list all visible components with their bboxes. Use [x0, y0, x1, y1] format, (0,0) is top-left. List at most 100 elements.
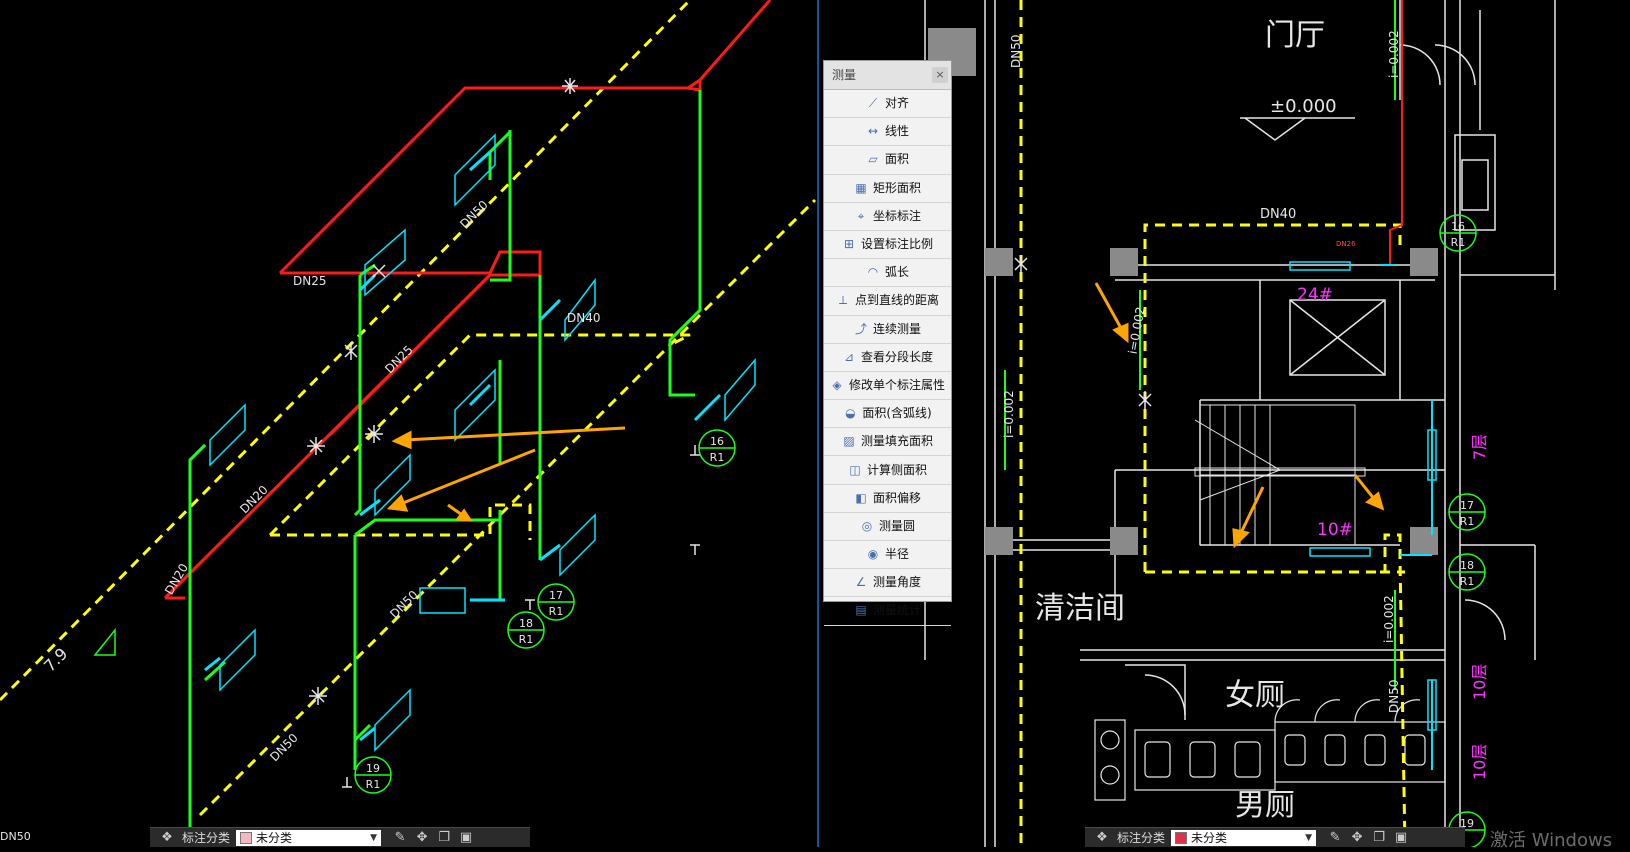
label-plan-dn50-b: DN50 [1387, 680, 1401, 714]
annotation-category-label: 标注分类 [1117, 831, 1166, 845]
label-room-10: 10# [1317, 520, 1353, 540]
edit-attribute-icon: ◈ [832, 377, 842, 392]
label-dn25-b: DN25 [382, 343, 416, 377]
measure-item-angle[interactable]: ∠ 测量角度 [824, 569, 951, 598]
right-floor-plan: 16 R1 17 R1 18 R1 19 门厅 ±0.000 DN40 DN50… [924, 0, 1556, 847]
radius-icon: ◉ [867, 547, 879, 562]
measure-item-rect-area[interactable]: ▦ 矩形面积 [824, 175, 951, 203]
windows-activation-watermark: 激活 Windows [1490, 830, 1613, 851]
rect-area-icon: ▦ [855, 180, 867, 195]
label-floor-10-b: 10层 [1470, 744, 1489, 780]
measure-item-label: 面积(含弧线) [862, 406, 932, 421]
label-tiny-dn: DN26 [1336, 240, 1356, 248]
continuous-measure-icon: ⤴ [854, 321, 867, 336]
statistics-icon: ▤ [855, 603, 867, 618]
measure-item-arc-area[interactable]: ◒ 面积(含弧线) [824, 400, 951, 429]
paste-icon[interactable]: ▣ [455, 830, 477, 845]
measure-item-label: 测量填充面积 [860, 434, 933, 449]
marker-18-code: R1 [519, 633, 534, 646]
label-floor-10-a: 10层 [1470, 664, 1489, 700]
hatch-area-icon: ▨ [843, 434, 855, 449]
label-cleaning-room: 清洁间 [1035, 591, 1125, 626]
arc-length-icon: ◠ [867, 265, 879, 280]
measure-panel-title[interactable]: 测量 × [824, 61, 951, 90]
measure-item-linear-measure[interactable]: ↔ 线性 [824, 118, 951, 147]
measure-item-label: 查看分段长度 [860, 349, 933, 364]
close-icon[interactable]: × [932, 67, 948, 83]
measure-item-coordinate[interactable]: ⌖ 坐标标注 [824, 203, 951, 231]
label-edge-dn50: DN50 [0, 830, 31, 843]
side-area-icon: ◫ [849, 462, 861, 477]
measure-item-area[interactable]: ▱ 面积 [824, 146, 951, 175]
measure-item-area-offset[interactable]: ◧ 面积偏移 [824, 485, 951, 513]
edit-icon[interactable]: ✎ [389, 830, 411, 845]
label-dn40: DN40 [567, 311, 601, 325]
move-icon[interactable]: ✥ [411, 830, 433, 845]
copy-icon[interactable]: ❐ [433, 830, 455, 845]
measure-item-align-measure[interactable]: ⟋ 对齐 [824, 90, 951, 119]
plan-marker-17-num: 17 [1460, 499, 1474, 512]
segment-length-icon: ⊿ [843, 349, 855, 364]
annotation-toolbar-left: ❖ 标注分类 未分类 ▼ ✎ ✥ ❐ ▣ [150, 827, 530, 847]
label-floor-7: 7层 [1470, 434, 1489, 460]
cad-drawing-canvas[interactable]: DN25 DN50 DN40 DN25 DN20 DN20 DN50 DN50 … [0, 0, 1630, 847]
measure-item-statistics[interactable]: ▤ 测量统计 [824, 597, 951, 626]
label-dn50-b: DN50 [387, 588, 421, 622]
measure-item-point-line[interactable]: ⟂ 点到直线的距离 [824, 287, 951, 316]
align-measure-icon: ⟋ [868, 96, 878, 111]
copy-icon[interactable]: ❐ [1368, 830, 1390, 845]
measure-item-label: 面积偏移 [872, 490, 921, 505]
measure-item-label: 测量角度 [872, 575, 921, 590]
label-scale: 7.9 [40, 644, 71, 675]
measure-item-label: 点到直线的距离 [854, 293, 939, 308]
measure-item-scale[interactable]: ⊞ 设置标注比例 [824, 231, 951, 260]
measure-item-segment-length[interactable]: ⊿ 查看分段长度 [824, 344, 951, 372]
scale-icon: ⊞ [843, 237, 855, 252]
measure-item-circle-measure[interactable]: ◎ 测量圆 [824, 513, 951, 541]
measure-item-continuous-measure[interactable]: ⤴ 连续测量 [824, 316, 951, 344]
marker-16-num: 16 [710, 435, 724, 448]
label-slope-c: i=0.002 [1002, 390, 1016, 438]
label-men-restroom: 男厕 [1235, 788, 1295, 823]
measure-item-arc-length[interactable]: ◠ 弧长 [824, 259, 951, 288]
angle-icon: ∠ [855, 575, 867, 590]
category-grid-icon[interactable]: ❖ [156, 830, 178, 845]
point-line-icon: ⟂ [838, 293, 847, 308]
edit-icon[interactable]: ✎ [1324, 830, 1346, 845]
measure-item-label: 线性 [884, 124, 909, 139]
paste-icon[interactable]: ▣ [1390, 830, 1412, 845]
measure-item-label: 半径 [884, 547, 909, 562]
label-room-24: 24# [1297, 285, 1333, 305]
marker-17-code: R1 [549, 605, 564, 618]
measure-panel: 测量 × ⟋ 对齐 ↔ 线性 ▱ 面积 ▦ 矩形面积 ⌖ 坐标标注 ⊞ 设置标注比例 ◠ 弧长 ⟂ 点到直线的… [823, 60, 952, 626]
category-color-swatch [1175, 831, 1188, 844]
plan-marker-18-num: 18 [1460, 559, 1474, 572]
measure-panel-title-text: 测量 [832, 68, 857, 82]
arc-area-icon: ◒ [845, 406, 856, 421]
measure-item-edit-attribute[interactable]: ◈ 修改单个标注属性 [824, 372, 951, 401]
category-grid-icon[interactable]: ❖ [1091, 830, 1113, 845]
marker-17-num: 17 [549, 589, 563, 602]
marker-19-code: R1 [366, 778, 381, 791]
category-color-swatch [240, 831, 253, 844]
label-dn20-b: DN20 [162, 561, 191, 597]
marker-16-code: R1 [710, 451, 725, 464]
label-plan-dn50: DN50 [1009, 35, 1023, 69]
coordinate-icon: ⌖ [857, 208, 865, 223]
move-icon[interactable]: ✥ [1346, 830, 1368, 845]
label-lobby: 门厅 [1265, 18, 1325, 53]
annotation-category-select[interactable]: 未分类 ▼ [1171, 829, 1317, 846]
label-dn25-top: DN25 [293, 274, 327, 288]
measure-item-radius[interactable]: ◉ 半径 [824, 541, 951, 570]
measure-item-label: 计算侧面积 [866, 462, 927, 477]
measure-item-label: 对齐 [884, 96, 909, 111]
chevron-down-icon: ▼ [370, 832, 378, 843]
marker-18-num: 18 [519, 617, 533, 630]
label-women-restroom: 女厕 [1225, 678, 1285, 713]
area-offset-icon: ◧ [855, 490, 867, 505]
annotation-category-value: 未分类 [256, 831, 293, 845]
annotation-category-select[interactable]: 未分类 ▼ [236, 829, 382, 846]
plan-marker-16-code: R1 [1451, 236, 1466, 249]
measure-item-hatch-area[interactable]: ▨ 测量填充面积 [824, 428, 951, 457]
measure-item-side-area[interactable]: ◫ 计算侧面积 [824, 456, 951, 485]
